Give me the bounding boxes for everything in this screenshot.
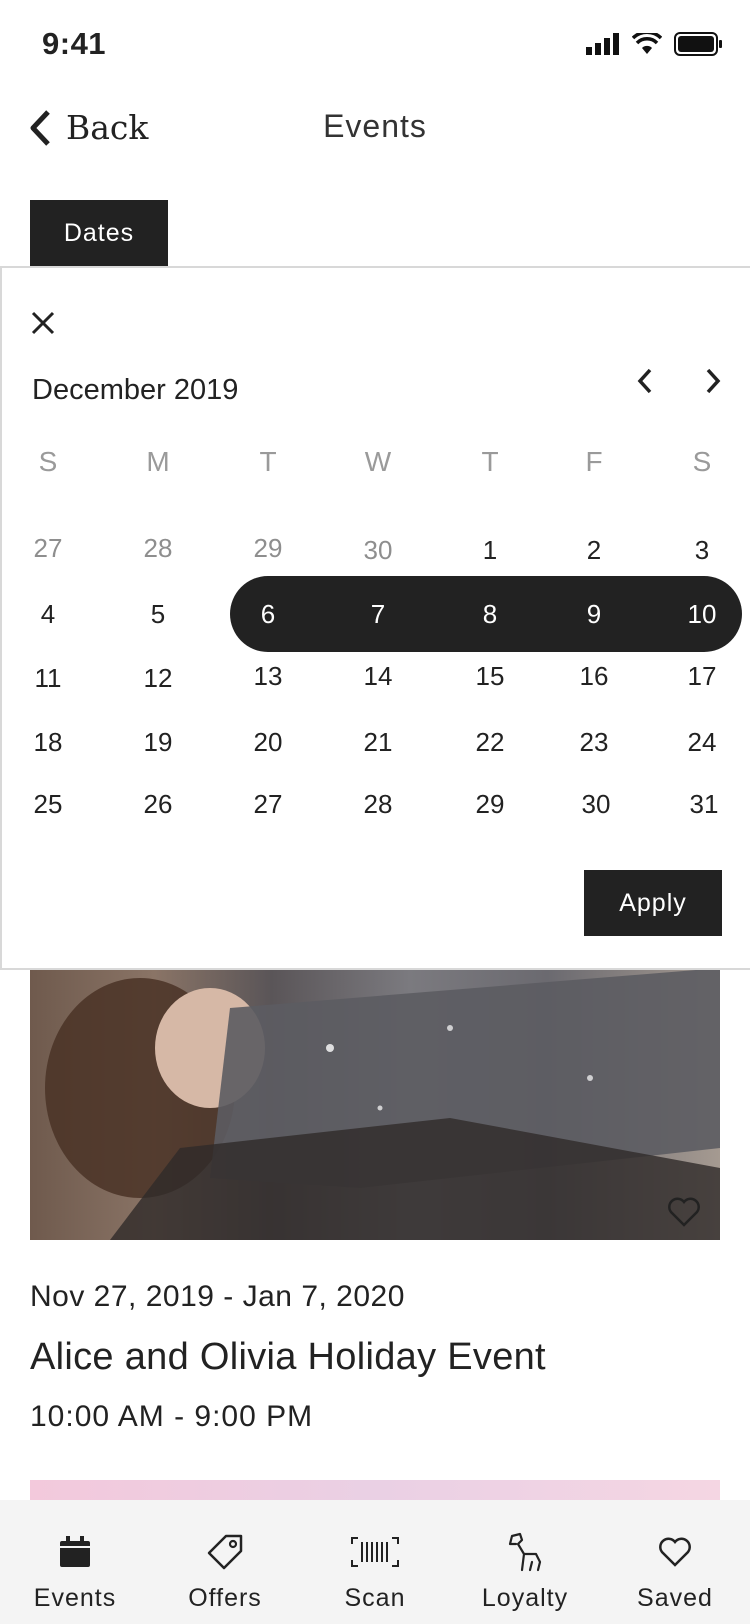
apply-button[interactable]: Apply: [584, 870, 722, 936]
calendar-day[interactable]: 30: [566, 784, 626, 824]
calendar-day-selected[interactable]: 6: [238, 594, 298, 634]
tab-label: Events: [33, 1584, 117, 1612]
calendar-day[interactable]: 27: [18, 528, 78, 568]
weekday-header: S: [38, 446, 58, 477]
calendar-day-selected[interactable]: 8: [460, 594, 520, 634]
tab-label: Saved: [637, 1584, 713, 1612]
weekday-header: T: [259, 446, 277, 477]
wifi-icon: [632, 33, 662, 54]
calendar-day[interactable]: 21: [348, 722, 408, 762]
tab-events[interactable]: Events: [0, 1500, 150, 1624]
calendar-day[interactable]: 20: [238, 722, 298, 762]
dates-filter-button[interactable]: Dates: [30, 200, 168, 266]
calendar-day[interactable]: 18: [18, 722, 78, 762]
calendar-day-selected[interactable]: 9: [564, 594, 624, 634]
calendar-day[interactable]: 28: [128, 528, 188, 568]
calendar-day[interactable]: 1: [460, 530, 520, 570]
calendar-day[interactable]: 26: [128, 784, 188, 824]
tab-label: Offers: [188, 1584, 262, 1612]
calendar-day[interactable]: 22: [460, 722, 520, 762]
weekday-header: W: [364, 446, 392, 477]
date-picker-panel: December 2019 S M T W T F S 27 28 29 30 …: [0, 266, 750, 970]
calendar-day-selected[interactable]: 10: [672, 594, 732, 634]
calendar-day[interactable]: 12: [128, 658, 188, 698]
event-date-range: Nov 27, 2019 - Jan 7, 2020: [30, 1280, 405, 1313]
battery-icon: [674, 32, 722, 56]
calendar-day[interactable]: 31: [674, 784, 734, 824]
calendar-icon: [60, 1536, 90, 1567]
weekday-header: S: [692, 446, 712, 477]
weekday-header: F: [585, 446, 603, 477]
event-photo-placeholder: [45, 968, 720, 1240]
calendar-day[interactable]: 11: [18, 658, 78, 698]
tab-bar: Events Offers Scan Loyalty Saved: [0, 1500, 750, 1624]
dog-icon: [508, 1532, 542, 1572]
event-hours: 10:00 AM - 9:00 PM: [30, 1400, 314, 1433]
heart-icon: [659, 1537, 691, 1567]
calendar-day[interactable]: 27: [238, 784, 298, 824]
chevron-left-icon: [637, 368, 652, 394]
calendar-day[interactable]: 5: [128, 594, 188, 634]
calendar-day[interactable]: 16: [564, 656, 624, 696]
tab-loyalty[interactable]: Loyalty: [450, 1500, 600, 1624]
tab-label: Loyalty: [481, 1584, 569, 1612]
weekday-header: M: [146, 446, 170, 477]
calendar-day[interactable]: 30: [348, 530, 408, 570]
month-label: December 2019: [32, 374, 239, 406]
close-icon[interactable]: [28, 308, 58, 338]
barcode-icon: [351, 1537, 399, 1567]
tab-label: Scan: [344, 1584, 406, 1612]
signal-icon: [586, 33, 619, 55]
calendar-day[interactable]: 29: [238, 528, 298, 568]
tag-icon: [207, 1534, 243, 1570]
calendar-day[interactable]: 2: [564, 530, 624, 570]
month-navigation: [628, 364, 730, 398]
calendar-day[interactable]: 25: [18, 784, 78, 824]
calendar-day[interactable]: 15: [460, 656, 520, 696]
calendar-day[interactable]: 17: [672, 656, 732, 696]
status-icons: [586, 32, 722, 56]
calendar-day[interactable]: 3: [672, 530, 732, 570]
calendar-day[interactable]: 24: [672, 722, 732, 762]
next-event-image[interactable]: [30, 1480, 720, 1500]
save-heart-icon[interactable]: [666, 1196, 702, 1228]
calendar-day-selected[interactable]: 7: [348, 594, 408, 634]
tab-scan[interactable]: Scan: [300, 1500, 450, 1624]
tab-saved[interactable]: Saved: [600, 1500, 750, 1624]
event-image[interactable]: [30, 968, 720, 1240]
weekday-header: T: [481, 446, 499, 477]
status-time: 9:41: [42, 26, 107, 61]
calendar-day[interactable]: 23: [564, 722, 624, 762]
navigation-bar: Back Events: [0, 90, 750, 170]
calendar-day[interactable]: 14: [348, 656, 408, 696]
calendar-day[interactable]: 4: [18, 594, 78, 634]
page-title: Events: [323, 108, 427, 144]
calendar-day[interactable]: 28: [348, 784, 408, 824]
calendar-day[interactable]: 13: [238, 656, 298, 696]
tab-offers[interactable]: Offers: [150, 1500, 300, 1624]
next-month-button[interactable]: [696, 364, 730, 398]
event-title[interactable]: Alice and Olivia Holiday Event: [30, 1336, 546, 1379]
calendar-day[interactable]: 29: [460, 784, 520, 824]
previous-month-button[interactable]: [628, 364, 662, 398]
status-bar: 9:41: [0, 0, 750, 90]
chevron-right-icon: [706, 368, 721, 394]
calendar-day[interactable]: 19: [128, 722, 188, 762]
